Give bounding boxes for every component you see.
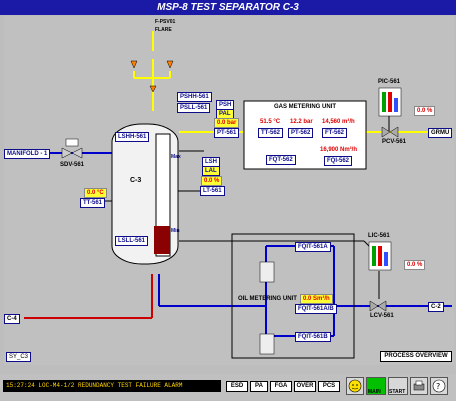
esd-button[interactable]: ESD [226,381,248,392]
pic-tag[interactable]: PIC-561 [378,79,400,85]
over-button[interactable]: OVER [294,381,316,392]
pcv-tag[interactable]: PCV-561 [382,139,406,145]
start-label: START [389,389,406,395]
lcv-tag[interactable]: LCV-561 [370,313,394,319]
pic-value: 0.0 % [414,106,436,116]
lsll-tag[interactable]: LSLL-561 [115,236,149,246]
process-overview-button[interactable]: PROCESS OVERVIEW [380,351,452,362]
pt-562-tag[interactable]: PT-562 [288,128,314,138]
fqi-562-tag[interactable]: FQI-562 [324,156,353,166]
pa-button[interactable]: PA [250,381,268,392]
vessel-min-label: Min [171,228,180,234]
gas-flow-value: 14,560 m³/h [322,119,355,125]
flare-valve-tag: F-PSV01 [155,19,176,25]
main-label: MAIN [368,389,381,395]
start-button[interactable]: START [388,377,408,395]
status-bar: 15:27:24 LOC-M4-1/2 REDUNDANCY TEST FAIL… [0,374,456,401]
printer-icon[interactable] [410,377,428,395]
process-panel: F-PSV01 FLARE MANIFOLD - 1 SDV-561 LSHH-… [4,16,454,365]
flare-label: FLARE [155,27,172,33]
gas-total-value: 16,900 Nm³/h [320,147,358,153]
ft-562-tag[interactable]: FT-562 [322,128,348,138]
oil-flow-value: 0.0 Sm³/h [300,294,333,304]
gas-temp-value: 51.5 °C [260,119,281,125]
vessel-max-label: Max [171,154,181,160]
lt-tag[interactable]: LT-561 [200,186,225,196]
lal-tag[interactable]: LAL [202,166,220,176]
main-button[interactable]: MAIN [366,377,386,395]
fqit-561ab-tag[interactable]: FQIT-561A/B [295,304,337,314]
sdv-tag[interactable]: SDV-561 [60,162,84,168]
level-value: 0.0 % [201,176,223,186]
page-title: MSP-8 TEST SEPARATOR C-3 [0,0,456,15]
pt-tag[interactable]: PT-561 [214,128,240,138]
c2-outlet[interactable]: C-2 [428,302,444,312]
hmi-window: MSP-8 TEST SEPARATOR C-3 F-PSV01 FLARE M… [0,0,456,401]
pressure-value: 0.0 bar [214,118,240,128]
fqit-561b-tag[interactable]: FQIT-561B [295,332,331,342]
lic-value: 0.0 % [404,260,426,270]
gas-metering-title: GAS METERING UNIT [274,104,337,110]
temperature-value: 0.0 °C [84,188,107,198]
gas-press-value: 12.2 bar [290,119,313,125]
psll-tag[interactable]: PSLL-561 [177,103,211,113]
alarm-banner[interactable]: 15:27:24 LOC-M4-1/2 REDUNDANCY TEST FAIL… [3,380,221,392]
lshh-tag[interactable]: LSHH-561 [115,132,150,142]
fqt-562-tag[interactable]: FQT-562 [266,155,296,165]
sy-label: SY_C3 [6,352,32,362]
svg-text:?: ? [436,382,440,391]
vessel-name: C-3 [130,177,142,184]
smiley-icon[interactable] [346,377,364,395]
tt-562-tag[interactable]: TT-562 [258,128,284,138]
c4-outlet[interactable]: C-4 [4,314,20,324]
grmu-outlet[interactable]: GRMU [428,128,453,138]
tt-561-tag[interactable]: TT-561 [80,198,106,208]
pcs-button[interactable]: PCS [318,381,340,392]
pshh-tag[interactable]: PSHH-561 [177,92,212,102]
manifold-label[interactable]: MANIFOLD - 1 [4,149,51,159]
help-icon[interactable]: ? [430,377,448,395]
lic-tag[interactable]: LIC-561 [368,233,390,239]
oil-metering-title: OIL METERING UNIT [238,296,297,302]
fga-button[interactable]: FGA [270,381,292,392]
fqit-561a-tag[interactable]: FQIT-561A [295,242,331,252]
